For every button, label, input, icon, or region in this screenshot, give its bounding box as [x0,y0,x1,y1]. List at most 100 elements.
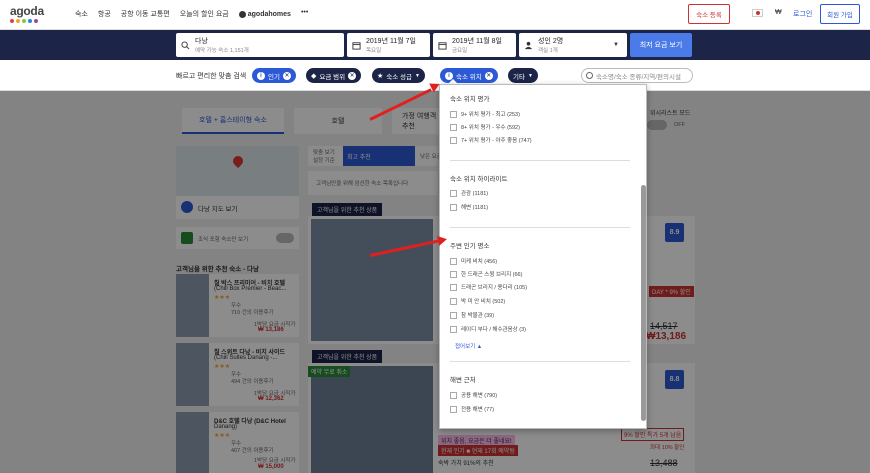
checkbox[interactable] [450,136,457,144]
checkin-weekday: 목요일 [366,48,382,54]
chip-label: 숙소 성급 [386,73,413,81]
checkbox-sightseeing[interactable]: 관광 (1181) [450,189,488,197]
dropdown-scrollbar[interactable] [641,185,646,421]
person-icon [524,41,533,49]
rooms-count: 객실 1개 [538,48,558,54]
list-property-button[interactable]: 숙소 등록 [688,4,730,24]
checkbox[interactable] [450,270,457,278]
checkbox-location-9[interactable]: 9+ 위치 평가 - 최고 (253) [450,110,520,118]
chevron-down-icon: ▼ [527,72,533,79]
destination-value: 다낭 [195,38,208,45]
tag-icon: ◆ [311,72,317,80]
checkbox[interactable] [450,297,457,305]
chip-label: 인기 [268,73,280,81]
nav-item-airport-transfer[interactable]: 공항 이동 교통편 [121,9,170,19]
agoda-logo[interactable]: agoda [10,4,44,18]
checkbox-label: 공용 해변 (790) [461,393,498,399]
close-icon[interactable]: ✕ [282,71,291,80]
star-icon: ★ [377,72,384,80]
property-search-placeholder: 숙소명/숙소 종류/지역/편의시설 [596,73,681,81]
filter-chip-popular[interactable]: i 인기 ✕ [252,68,296,83]
location-filter-dropdown: 숙소 위치 평가 9+ 위치 평가 - 최고 (253) 8+ 위치 평가 - … [439,84,647,429]
quick-filter-label: 빠르고 편리한 맞춤 검색 [176,73,247,80]
checkbox-landmark[interactable]: 한 드래곤 스윙 브리지 (66) [450,270,522,278]
checkbox[interactable] [450,189,457,197]
checkout-field[interactable]: 2019년 11월 8일금요일 [433,33,516,57]
nav-item-agodahomes[interactable]: agodahomes [238,9,291,19]
nav-item-today-deals[interactable]: 오늘의 할인 요금 [180,9,229,19]
nav-item-flights[interactable]: 항공 [98,9,111,19]
korea-flag-icon[interactable] [752,9,763,17]
divider [450,227,630,228]
nav-item-accommodation[interactable]: 숙소 [75,9,88,19]
checkin-field[interactable]: 2019년 11월 7일목요일 [347,33,430,57]
chip-label: 숙소 위치 [456,73,482,81]
chevron-down-icon: ▼ [415,72,420,79]
checkbox[interactable] [450,257,457,265]
checkbox[interactable] [450,325,457,333]
destination-field[interactable]: 다낭예약 가능 숙소 1,151개 [176,33,344,57]
modal-overlay[interactable] [0,91,870,473]
checkbox-label: 미케 비치 (456) [461,259,498,265]
checkout-date: 2019년 11월 8일 [452,38,502,45]
section-location-highlight-title: 숙소 위치 하이라이트 [450,176,508,183]
checkbox-landmark[interactable]: 미케 비치 (456) [450,257,497,265]
section-near-beach-title: 해변 근처 [450,377,476,384]
checkbox[interactable] [450,391,457,399]
search-bar: 다낭예약 가능 숙소 1,151개 2019년 11월 7일목요일 2019년 … [0,30,870,60]
guests-count: 성인 2명 [538,38,564,45]
destination-sub: 예약 가능 숙소 1,151개 [195,48,249,54]
chevron-down-icon: ▼ [613,42,619,48]
annotation-arrowhead [437,234,448,246]
checkbox-landmark[interactable]: 박 미 안 비치 (502) [450,297,505,305]
checkbox-public-beach[interactable]: 공용 해변 (790) [450,391,497,399]
close-icon[interactable]: ✕ [484,71,493,80]
checkbox[interactable] [450,283,457,291]
section-landmarks-title: 주변 인기 명소 [450,243,490,250]
checkbox-label: 참 박물관 (39) [461,313,495,319]
currency-selector[interactable]: ₩ [775,9,782,16]
close-icon[interactable]: ✕ [348,71,357,80]
agodahomes-icon [238,10,246,18]
filter-chip-stars[interactable]: ★ 숙소 성급 ▼ [372,68,425,83]
checkbox-label: 관광 (1181) [461,191,489,197]
info-icon: i [257,71,265,80]
search-icon [181,40,190,49]
checkbox[interactable] [450,203,457,211]
checkbox-label: 전용 해변 (77) [461,407,495,413]
chip-label: 기타 [513,73,525,81]
checkbox-beach[interactable]: 해변 (1181) [450,203,488,211]
checkbox-private-beach[interactable]: 전용 해변 (77) [450,405,494,413]
checkbox[interactable] [450,405,457,413]
filter-chip-other[interactable]: 기타 ▼ [508,68,538,83]
section-location-rating-title: 숙소 위치 평가 [450,96,490,103]
calendar-icon [438,41,447,50]
signup-button[interactable]: 회원 가입 [820,4,860,24]
top-bar: agoda 숙소 항공 공항 이동 교통편 오늘의 할인 요금 agodahom… [0,0,870,30]
calendar-icon [352,41,361,50]
divider [450,361,630,362]
checkbox[interactable] [450,110,457,118]
nav-more-menu[interactable]: ••• [301,9,308,19]
main-nav: 숙소 항공 공항 이동 교통편 오늘의 할인 요금 agodahomes ••• [75,9,308,19]
checkbox-label: 한 드래곤 스윙 브리지 (66) [461,272,523,278]
checkbox-label: 박 미 안 비치 (502) [461,299,506,305]
search-button[interactable]: 최저 요금 보기 [630,33,692,57]
property-search-input[interactable]: 숙소명/숙소 종류/지역/편의시설 [581,68,693,83]
checkbox-landmark[interactable]: 참 박물관 (39) [450,311,494,319]
checkin-date: 2019년 11월 7일 [366,38,416,45]
chip-label: 요금 범위 [319,73,346,81]
logo-dots [10,19,38,23]
login-link[interactable]: 로그인 [793,9,812,19]
checkbox-location-7[interactable]: 7+ 위치 평가 - 아주 좋음 (747) [450,136,532,144]
checkbox-landmark[interactable]: 레이디 부다 / 해수관음상 (3) [450,325,526,333]
filter-chip-price[interactable]: ◆ 요금 범위 ✕ [306,68,362,83]
checkbox[interactable] [450,311,457,319]
checkout-weekday: 금요일 [452,48,468,54]
checkbox-label: 7+ 위치 평가 - 아주 좋음 (747) [461,138,532,144]
checkbox[interactable] [450,123,457,131]
guests-field[interactable]: 성인 2명객실 1개 ▼ [519,33,627,57]
checkbox-landmark[interactable]: 드래곤 브리지 / 용다리 (105) [450,283,527,291]
collapse-link[interactable]: 접어보기 ▲ [455,342,482,350]
checkbox-location-8[interactable]: 8+ 위치 평가 - 우수 (592) [450,123,520,131]
